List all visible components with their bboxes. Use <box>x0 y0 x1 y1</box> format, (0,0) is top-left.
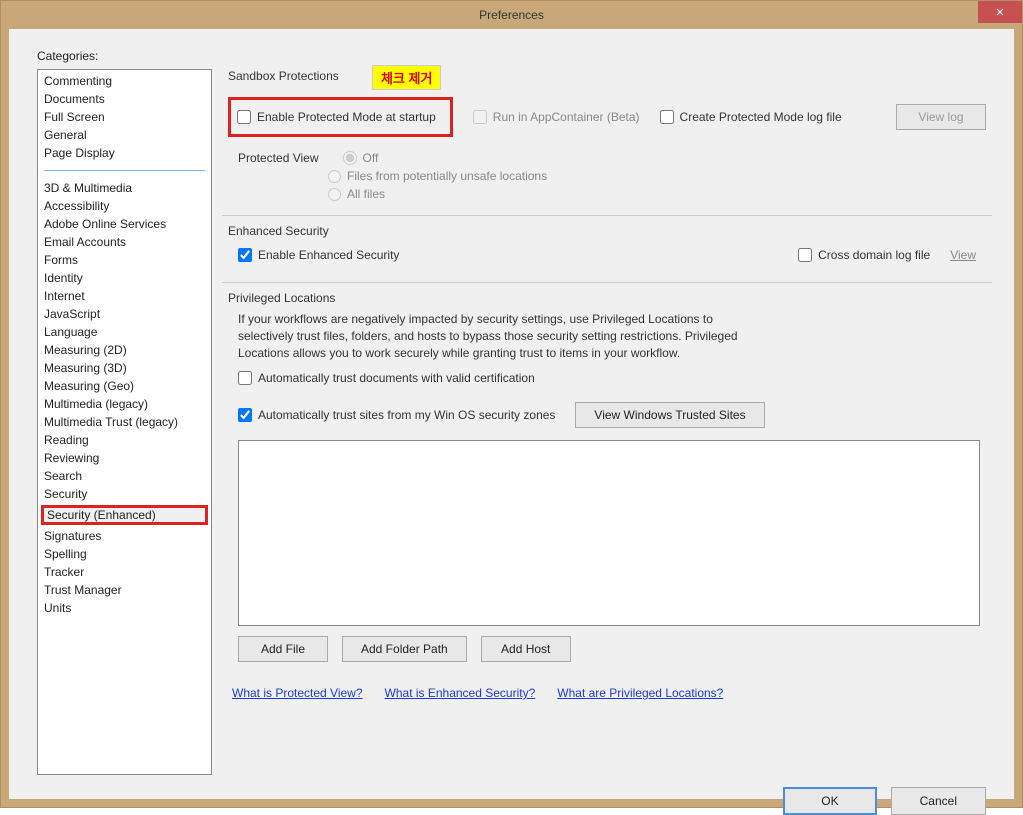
auto-trust-sites-checkbox[interactable]: Automatically trust sites from my Win OS… <box>238 408 555 422</box>
enable-enhanced-label: Enable Enhanced Security <box>258 248 399 262</box>
pv-unsafe-label: Files from potentially unsafe locations <box>347 169 547 183</box>
sidebar-item[interactable]: Trust Manager <box>38 581 211 599</box>
sidebar-item[interactable]: JavaScript <box>38 305 211 323</box>
sandbox-title: Sandbox Protections <box>228 69 986 83</box>
sidebar-item[interactable]: Measuring (2D) <box>38 341 211 359</box>
auto-trust-sites-label: Automatically trust sites from my Win OS… <box>258 408 555 422</box>
sidebar-item[interactable]: Language <box>38 323 211 341</box>
sidebar-item[interactable]: Identity <box>38 269 211 287</box>
view-log-button: View log <box>896 104 986 130</box>
enhanced-title: Enhanced Security <box>228 224 986 238</box>
sidebar-item[interactable]: Reviewing <box>38 449 211 467</box>
annotation-label: 체크 제거 <box>372 65 441 90</box>
sidebar-item[interactable]: Tracker <box>38 563 211 581</box>
privileged-desc: If your workflows are negatively impacte… <box>238 311 738 361</box>
sidebar-item[interactable]: Internet <box>38 287 211 305</box>
close-button[interactable]: ✕ <box>978 1 1022 23</box>
sidebar-item[interactable]: Multimedia (legacy) <box>38 395 211 413</box>
pv-off-radio: Off <box>343 151 379 165</box>
content-frame: Categories: CommentingDocumentsFull Scre… <box>9 29 1014 799</box>
pv-unsafe-radio: Files from potentially unsafe locations <box>328 169 986 183</box>
sidebar-item[interactable]: Page Display <box>38 144 211 162</box>
sidebar-item[interactable]: Commenting <box>38 72 211 90</box>
auto-trust-cert-label: Automatically trust documents with valid… <box>258 371 535 385</box>
sidebar-item[interactable]: Adobe Online Services <box>38 215 211 233</box>
enable-protected-highlight: Enable Protected Mode at startup <box>228 97 453 137</box>
window-title: Preferences <box>479 8 544 22</box>
sidebar-item[interactable]: Measuring (Geo) <box>38 377 211 395</box>
privileged-title: Privileged Locations <box>228 291 986 305</box>
privileged-locations-list[interactable] <box>238 440 980 626</box>
ok-button[interactable]: OK <box>783 787 876 815</box>
create-log-file-label: Create Protected Mode log file <box>680 110 842 124</box>
run-appcontainer-checkbox: Run in AppContainer (Beta) <box>473 110 640 124</box>
enable-protected-mode-checkbox[interactable]: Enable Protected Mode at startup <box>237 110 436 124</box>
cancel-button[interactable]: Cancel <box>891 787 986 815</box>
sidebar-item[interactable]: Measuring (3D) <box>38 359 211 377</box>
enable-enhanced-checkbox[interactable]: Enable Enhanced Security <box>238 248 399 262</box>
pv-off-label: Off <box>363 151 379 165</box>
sidebar-item[interactable]: Accessibility <box>38 197 211 215</box>
sidebar-item[interactable]: 3D & Multimedia <box>38 179 211 197</box>
run-appcontainer-label: Run in AppContainer (Beta) <box>493 110 640 124</box>
cross-domain-checkbox[interactable]: Cross domain log file <box>798 248 930 262</box>
protected-view-label: Protected View <box>238 151 319 165</box>
sidebar-item[interactable]: Documents <box>38 90 211 108</box>
sidebar-item[interactable]: Search <box>38 467 211 485</box>
categories-list[interactable]: CommentingDocumentsFull ScreenGeneralPag… <box>37 69 212 775</box>
sidebar-item[interactable]: Full Screen <box>38 108 211 126</box>
sidebar-separator <box>44 170 205 171</box>
help-enhanced-security-link[interactable]: What is Enhanced Security? <box>385 686 536 700</box>
enhanced-view-link[interactable]: View <box>950 248 976 262</box>
add-host-button[interactable]: Add Host <box>481 636 571 662</box>
sidebar-item[interactable]: Signatures <box>38 527 211 545</box>
sidebar-item[interactable]: Security <box>38 485 211 503</box>
main-panel: 체크 제거 Sandbox Protections Enable Protect… <box>212 69 986 775</box>
sidebar-item[interactable]: Spelling <box>38 545 211 563</box>
view-trusted-sites-button[interactable]: View Windows Trusted Sites <box>575 402 764 428</box>
auto-trust-cert-checkbox[interactable]: Automatically trust documents with valid… <box>238 371 535 385</box>
add-folder-button[interactable]: Add Folder Path <box>342 636 467 662</box>
help-protected-view-link[interactable]: What is Protected View? <box>232 686 363 700</box>
sidebar-item[interactable]: Multimedia Trust (legacy) <box>38 413 211 431</box>
enable-protected-mode-label: Enable Protected Mode at startup <box>257 110 436 124</box>
create-log-file-checkbox[interactable]: Create Protected Mode log file <box>660 110 842 124</box>
help-privileged-locations-link[interactable]: What are Privileged Locations? <box>557 686 723 700</box>
titlebar: Preferences ✕ <box>1 1 1022 29</box>
sidebar-item[interactable]: General <box>38 126 211 144</box>
preferences-window: Preferences ✕ Categories: CommentingDocu… <box>0 0 1023 808</box>
sidebar-item[interactable]: Email Accounts <box>38 233 211 251</box>
cross-domain-label: Cross domain log file <box>818 248 930 262</box>
add-file-button[interactable]: Add File <box>238 636 328 662</box>
sidebar-item[interactable]: Security (Enhanced) <box>41 505 208 525</box>
pv-all-radio: All files <box>328 187 986 201</box>
sidebar-item[interactable]: Reading <box>38 431 211 449</box>
pv-all-label: All files <box>347 187 385 201</box>
sidebar-item[interactable]: Units <box>38 599 211 617</box>
categories-label: Categories: <box>37 49 986 63</box>
sidebar-item[interactable]: Forms <box>38 251 211 269</box>
